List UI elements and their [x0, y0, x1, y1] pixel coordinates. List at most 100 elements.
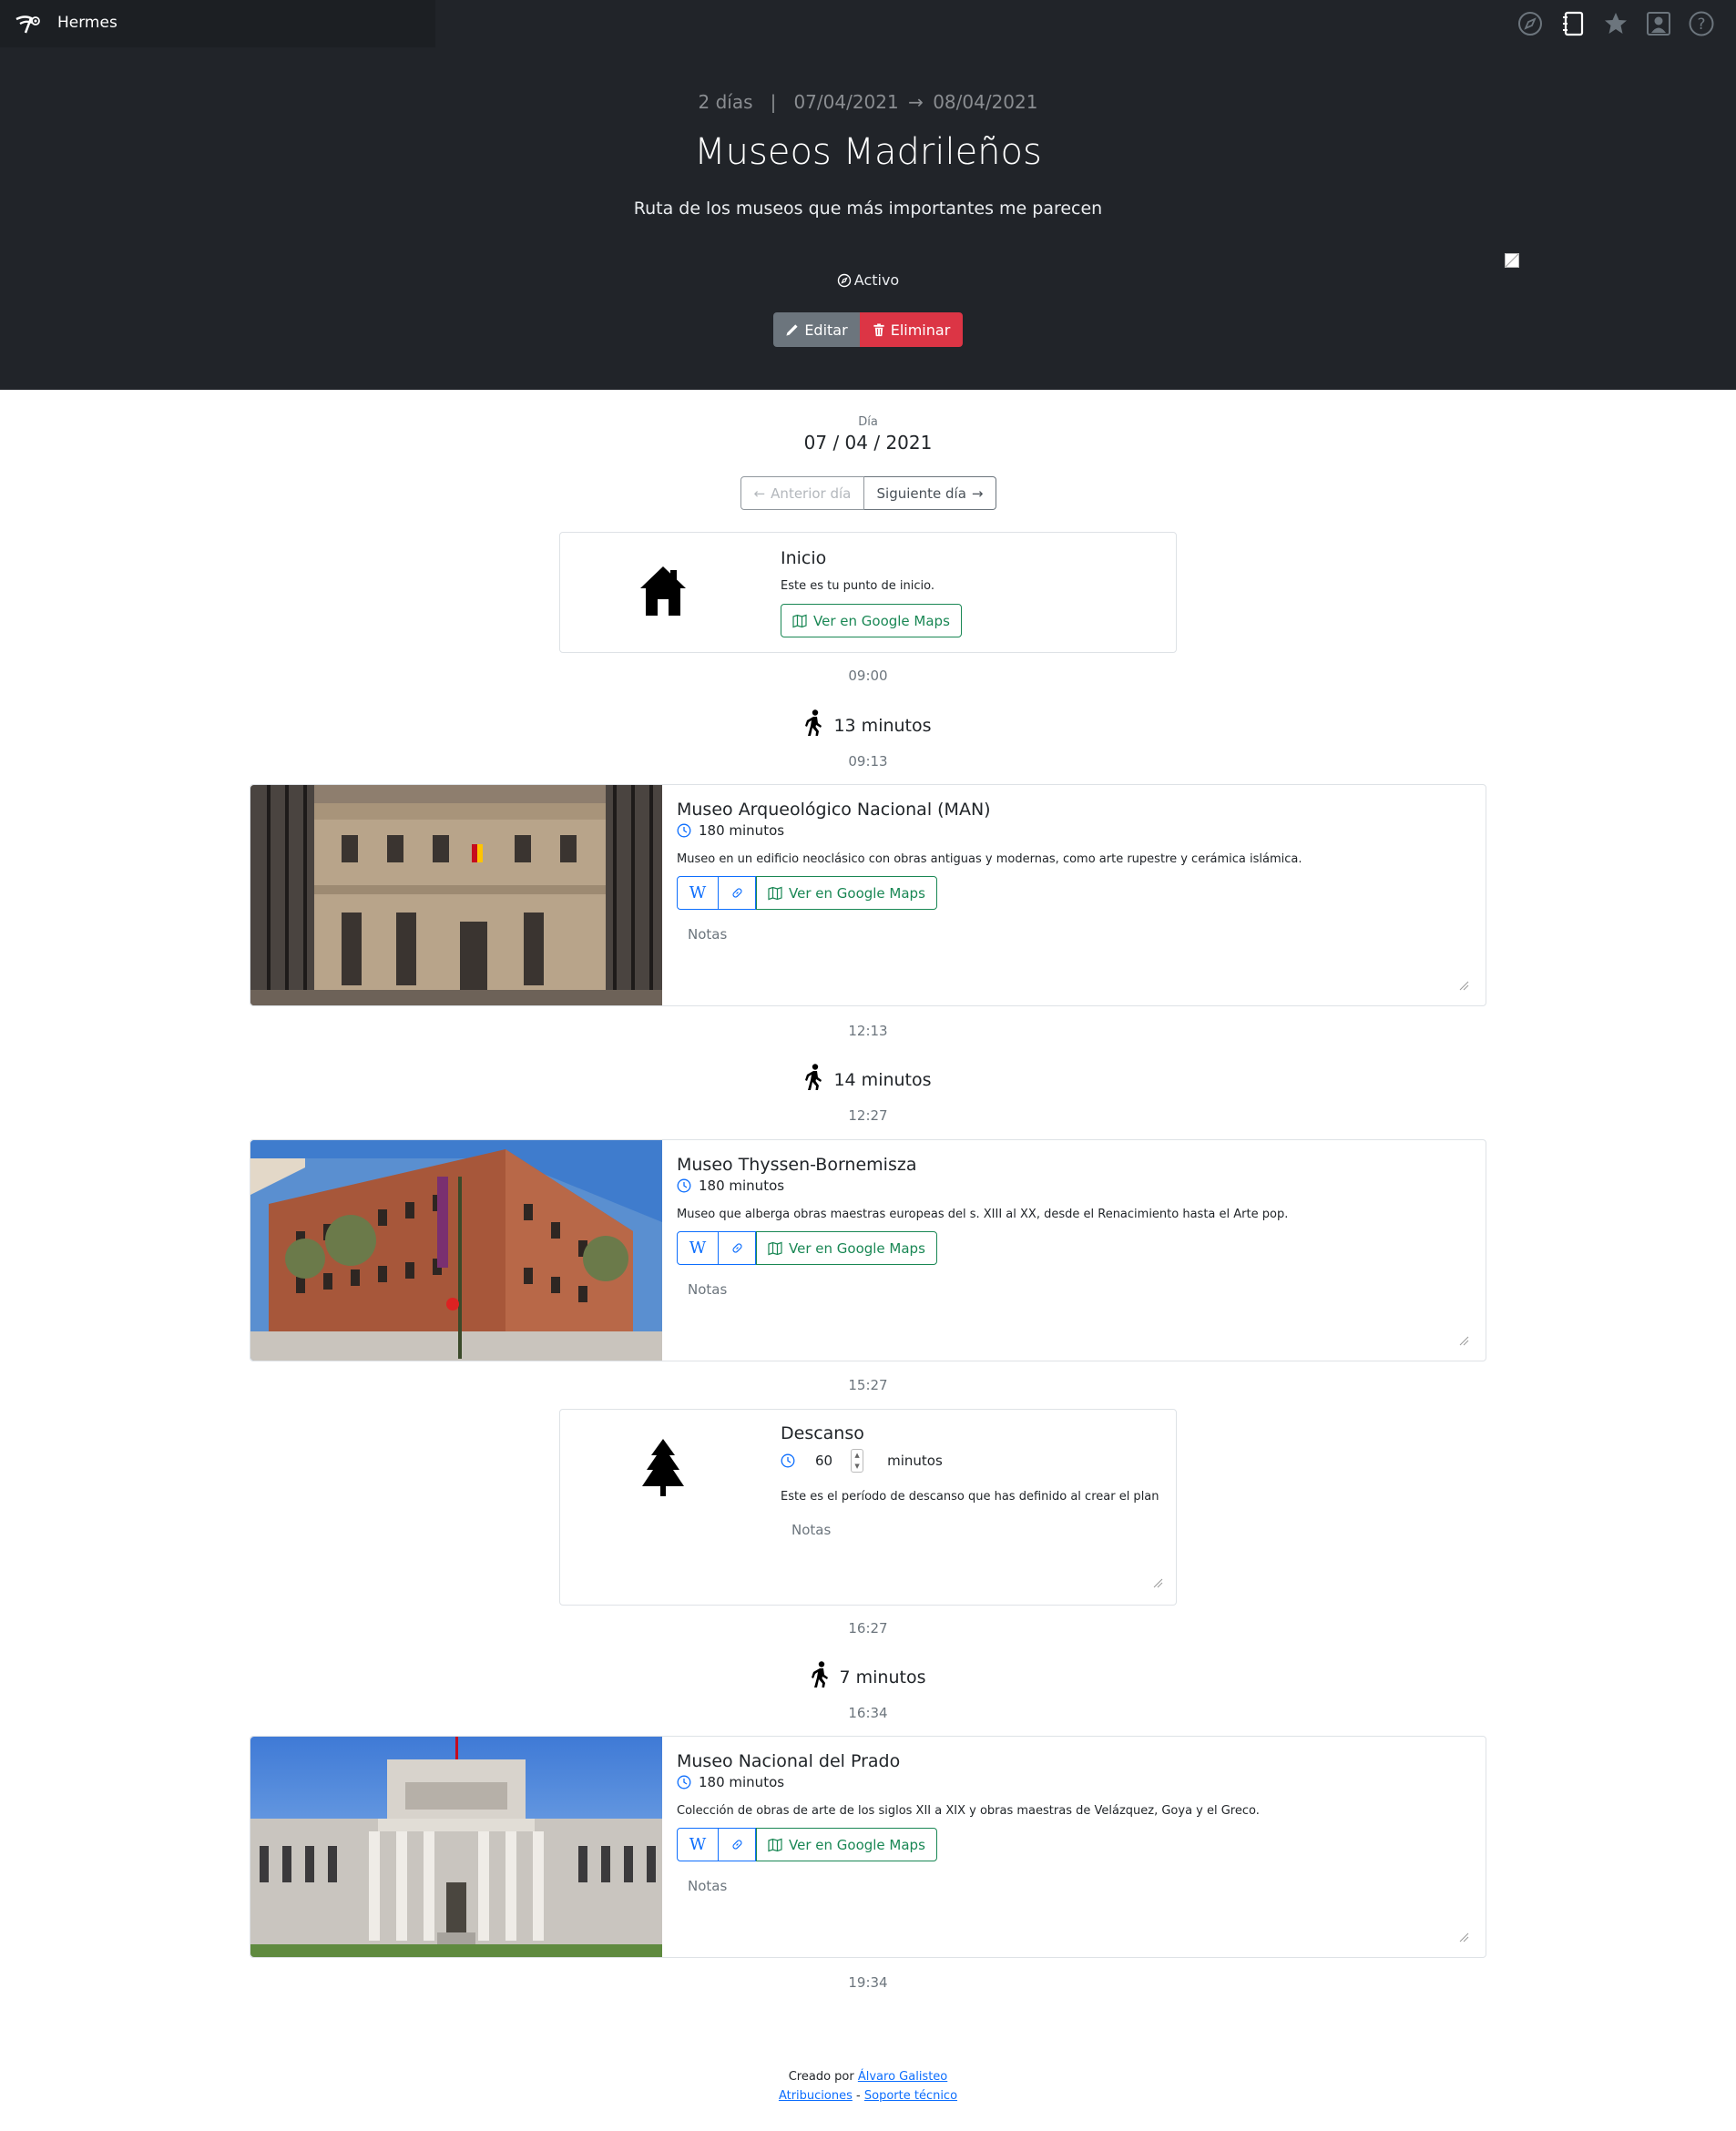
stepper-down-icon[interactable]: ▼ — [852, 1461, 863, 1472]
museum-description: Museo en un edificio neoclásico con obra… — [677, 852, 1302, 866]
museum-duration: 180 minutos — [677, 1774, 784, 1790]
museum-duration: 180 minutos — [677, 822, 784, 839]
wikipedia-button[interactable]: W — [677, 1828, 719, 1861]
notebook-icon[interactable] — [1559, 10, 1587, 37]
duration-text: 180 minutos — [699, 822, 785, 839]
rest-duration: 60 ▲ ▼ minutos — [781, 1449, 943, 1473]
svg-text:?: ? — [1697, 15, 1705, 34]
day-label: Día — [858, 415, 878, 429]
museum-links: W Ver en Google Maps — [677, 1231, 937, 1265]
google-maps-label: Ver en Google Maps — [789, 1239, 925, 1257]
walk-text: 7 minutos — [839, 1667, 926, 1687]
rest-title: Descanso — [781, 1423, 864, 1443]
resize-handle-icon[interactable] — [1458, 1335, 1469, 1346]
start-text: Este es tu punto de inicio. — [781, 579, 934, 593]
walking-icon — [811, 1661, 828, 1687]
google-maps-button[interactable]: Ver en Google Maps — [756, 1231, 937, 1265]
notes-textarea[interactable]: Notas — [688, 926, 727, 943]
map-icon — [768, 1241, 782, 1255]
google-maps-button[interactable]: Ver en Google Maps — [756, 1828, 937, 1861]
walking-icon — [805, 1064, 822, 1090]
notes-textarea[interactable]: Notas — [688, 1281, 727, 1298]
notes-textarea[interactable]: Notas — [688, 1878, 727, 1894]
hermes-logo-icon — [15, 15, 40, 34]
plan-days: 2 días — [698, 91, 753, 113]
museum-card: Museo Thyssen-Bornemisza 180 minutos Mus… — [250, 1139, 1486, 1361]
map-icon — [768, 886, 782, 900]
resize-handle-icon[interactable] — [1458, 1932, 1469, 1942]
walk-text: 14 minutos — [833, 1070, 932, 1090]
compass-icon[interactable] — [1516, 10, 1544, 37]
walk-duration: 14 minutos — [0, 1064, 1736, 1091]
attributions-link[interactable]: Atribuciones — [779, 2089, 853, 2103]
help-icon[interactable]: ? — [1688, 10, 1715, 37]
wikipedia-button[interactable]: W — [677, 1231, 719, 1265]
website-link-button[interactable] — [719, 1231, 756, 1265]
map-icon — [792, 614, 807, 627]
museum-links: W Ver en Google Maps — [677, 1828, 937, 1861]
time-label: 09:00 — [848, 668, 888, 684]
museum-title: Museo Arqueológico Nacional (MAN) — [677, 800, 991, 820]
time-label: 16:34 — [848, 1705, 888, 1721]
plan-description: Ruta de los museos que más importantes m… — [633, 199, 1103, 219]
plan-status: Activo — [0, 271, 1736, 289]
walk-duration: 13 minutos — [0, 709, 1736, 737]
time-label: 15:27 — [848, 1377, 888, 1393]
google-maps-button[interactable]: Ver en Google Maps — [756, 876, 937, 910]
stepper-up-icon[interactable]: ▲ — [852, 1450, 863, 1461]
arrow-left-icon: ← — [753, 484, 766, 502]
wikipedia-icon: W — [689, 1835, 707, 1854]
top-navbar: Hermes ? — [0, 0, 1736, 47]
google-maps-button[interactable]: Ver en Google Maps — [781, 604, 962, 637]
day-navigation: ← Anterior día Siguiente día → — [740, 476, 996, 510]
resize-handle-icon[interactable] — [1152, 1577, 1163, 1588]
next-day-button[interactable]: Siguiente día → — [864, 476, 996, 510]
plan-start-date: 07/04/2021 — [793, 91, 899, 113]
museum-photo — [250, 785, 662, 1005]
start-card: Inicio Este es tu punto de inicio. Ver e… — [559, 532, 1177, 653]
time-label: 09:13 — [848, 753, 888, 770]
broken-image-icon — [1505, 253, 1519, 268]
duration-text: 180 minutos — [699, 1178, 785, 1194]
clock-icon — [677, 823, 691, 838]
google-maps-label: Ver en Google Maps — [813, 612, 950, 629]
previous-day-button[interactable]: ← Anterior día — [740, 476, 864, 510]
author-link[interactable]: Álvaro Galisteo — [858, 2070, 947, 2084]
walk-text: 13 minutos — [833, 716, 932, 736]
star-icon[interactable] — [1602, 10, 1629, 37]
delete-button[interactable]: Eliminar — [860, 312, 963, 347]
arrow-right-icon: → — [971, 484, 984, 502]
delete-label: Eliminar — [890, 321, 951, 339]
museum-card: Museo Nacional del Prado 180 minutos Col… — [250, 1736, 1486, 1958]
museum-title: Museo Nacional del Prado — [677, 1751, 901, 1771]
page-footer: Creado por Álvaro Galisteo Atribuciones … — [0, 2067, 1736, 2106]
website-link-button[interactable] — [719, 1828, 756, 1861]
status-label: Activo — [853, 271, 900, 289]
plan-dates: 2 días | 07/04/2021 → 08/04/2021 — [0, 91, 1736, 113]
support-link[interactable]: Soporte técnico — [864, 2089, 957, 2103]
website-link-button[interactable] — [719, 876, 756, 910]
start-title: Inicio — [781, 548, 827, 568]
brand[interactable]: Hermes — [0, 0, 435, 47]
time-label: 12:13 — [848, 1023, 888, 1039]
duration-text: 180 minutos — [699, 1774, 785, 1790]
walk-duration: 7 minutos — [0, 1661, 1736, 1688]
plan-title: Museos Madrileños — [694, 131, 1042, 173]
trash-icon — [873, 322, 884, 336]
plan-actions: Editar Eliminar — [773, 312, 963, 347]
profile-icon[interactable] — [1645, 10, 1672, 37]
museum-photo — [250, 1737, 662, 1957]
google-maps-label: Ver en Google Maps — [789, 884, 925, 902]
pencil-icon — [786, 323, 798, 336]
plan-end-date: 08/04/2021 — [933, 91, 1038, 113]
notes-textarea[interactable]: Notas — [791, 1522, 831, 1538]
museum-links: W Ver en Google Maps — [677, 876, 937, 910]
rest-duration-input[interactable]: 60 — [815, 1453, 832, 1469]
edit-button[interactable]: Editar — [773, 312, 860, 347]
duration-stepper[interactable]: ▲ ▼ — [851, 1449, 864, 1473]
wikipedia-button[interactable]: W — [677, 876, 719, 910]
resize-handle-icon[interactable] — [1458, 980, 1469, 991]
map-icon — [768, 1838, 782, 1851]
footer-separator: - — [856, 2089, 861, 2103]
date-separator: | — [770, 91, 777, 113]
